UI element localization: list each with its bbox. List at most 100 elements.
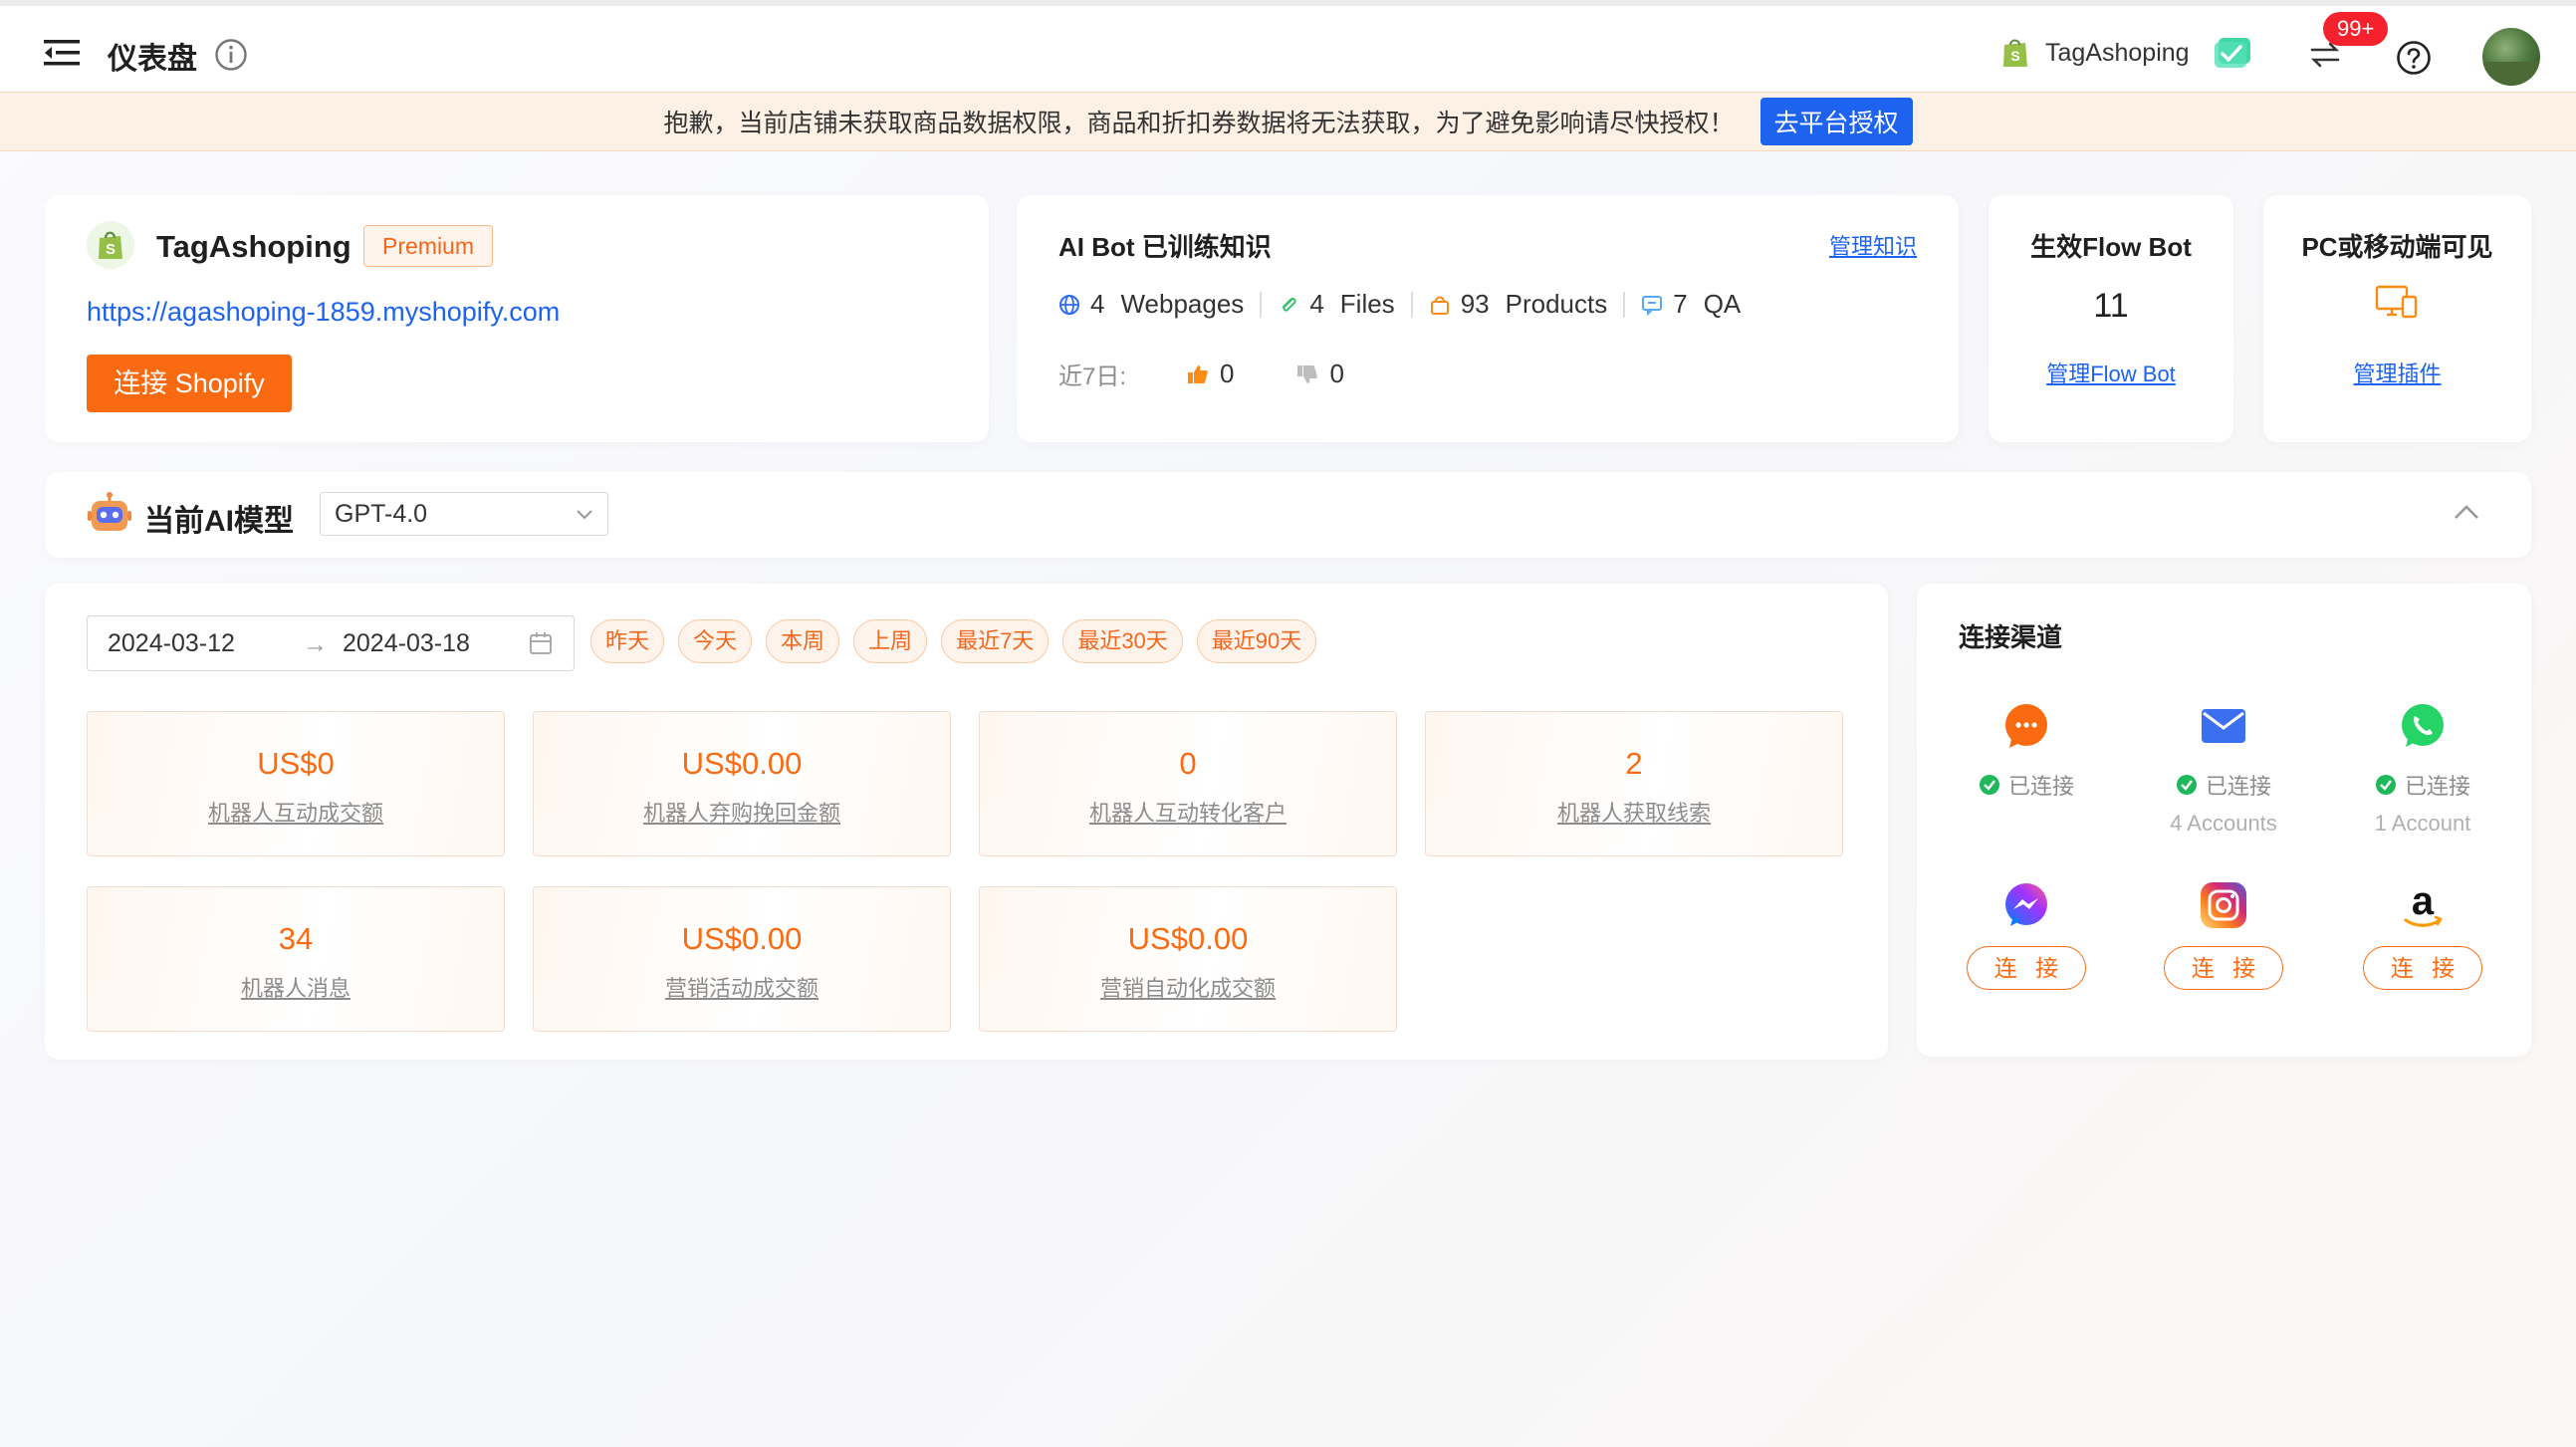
- manage-flow-bot-link[interactable]: 管理Flow Bot: [1989, 357, 2233, 388]
- stat-box-converted-customers[interactable]: 0 机器人互动转化客户: [979, 711, 1397, 856]
- calendar-icon: [530, 632, 552, 654]
- week-label: 近7日:: [1058, 363, 1127, 390]
- connect-amazon-button[interactable]: 连 接: [2363, 946, 2482, 990]
- thumbs-up-stat: 0: [1186, 359, 1234, 389]
- stat-label[interactable]: 机器人获取线索: [1426, 796, 1842, 828]
- store-name: TagAshoping: [2045, 38, 2190, 67]
- range-yesterday[interactable]: 昨天: [590, 619, 665, 663]
- files-count: 4: [1309, 289, 1324, 319]
- connect-instagram-button[interactable]: 连 接: [2164, 946, 2283, 990]
- flow-bot-title: 生效Flow Bot: [2030, 232, 2192, 262]
- connected-status: 已连接: [2323, 769, 2522, 801]
- stat-value: US$0.00: [1127, 921, 1249, 956]
- connect-messenger-button[interactable]: 连 接: [1967, 946, 2086, 990]
- ai-model-select[interactable]: GPT-4.0: [320, 492, 608, 536]
- date-range-picker[interactable]: 2024-03-12 → 2024-03-18: [87, 615, 575, 671]
- channel-livechat[interactable]: 已连接: [1927, 701, 2126, 801]
- store-title: TagAshoping: [156, 229, 351, 264]
- stat-box-cart-recovery[interactable]: US$0.00 机器人弃购挽回金额: [533, 711, 951, 856]
- check-circle-icon: [1979, 775, 1999, 795]
- channel-messenger: 连 接: [1927, 880, 2126, 990]
- divider: [1623, 291, 1626, 318]
- shopify-logo-icon: S: [87, 221, 134, 269]
- date-start[interactable]: 2024-03-12: [108, 629, 235, 658]
- permission-warning-banner: 抱歉，当前店铺未获取商品数据权限，商品和折扣券数据将无法获取，为了避免影响请尽快…: [0, 92, 2576, 151]
- range-this-week[interactable]: 本周: [766, 619, 840, 663]
- files-label: Files: [1339, 289, 1395, 319]
- metrics-panel: 2024-03-12 → 2024-03-18 昨天 今天 本周 上周 最近7天…: [45, 584, 1888, 1060]
- check-circle-icon: [2375, 775, 2396, 795]
- date-arrow-icon: →: [303, 630, 328, 658]
- stat-value: 2: [1625, 746, 1643, 781]
- range-last-7-days[interactable]: 最近7天: [941, 619, 1050, 663]
- stat-box-leads[interactable]: 2 机器人获取线索: [1425, 711, 1843, 856]
- stat-qa: 7 QA: [1641, 289, 1741, 320]
- chevron-up-icon[interactable]: [2454, 502, 2479, 524]
- connect-shopify-button[interactable]: 连接 Shopify: [87, 355, 292, 412]
- channel-email[interactable]: 已连接 4 Accounts: [2124, 701, 2323, 837]
- channel-amazon: a 连 接: [2323, 880, 2522, 990]
- stat-value: 34: [278, 921, 314, 956]
- amazon-icon: a: [2404, 880, 2443, 927]
- range-last-90-days[interactable]: 最近90天: [1196, 619, 1317, 663]
- status-label: 已连接: [2404, 774, 2470, 799]
- channels-panel: 连接渠道 已连接 已连接 4 Accounts 已连接 1 Account 连 …: [1917, 584, 2531, 1057]
- attachment-icon: [1283, 297, 1296, 312]
- stat-value: 0: [1179, 746, 1197, 781]
- stat-label[interactable]: 营销活动成交额: [534, 971, 950, 1003]
- stat-label[interactable]: 机器人弃购挽回金额: [534, 796, 950, 828]
- shopping-bag-icon: [1430, 296, 1449, 315]
- divider: [1260, 291, 1263, 318]
- check-circle-icon: [2176, 775, 2197, 795]
- info-icon[interactable]: [214, 38, 248, 72]
- store-switcher[interactable]: S TagAshoping: [1999, 36, 2190, 70]
- store-url-link[interactable]: https://agashoping-1859.myshopify.com: [87, 297, 560, 328]
- range-today[interactable]: 今天: [678, 619, 753, 663]
- products-count: 93: [1460, 289, 1490, 319]
- svg-text:S: S: [2010, 48, 2019, 64]
- products-label: Products: [1505, 289, 1608, 319]
- knowledge-title: AI Bot 已训练知识: [1058, 232, 1272, 262]
- range-last-week[interactable]: 上周: [853, 619, 928, 663]
- help-icon[interactable]: [2396, 40, 2432, 76]
- menu-collapse-icon[interactable]: [42, 36, 82, 70]
- stat-value: US$0.00: [681, 921, 803, 956]
- status-label: 已连接: [2205, 774, 2271, 799]
- stat-box-automation-sales[interactable]: US$0.00 营销自动化成交额: [979, 886, 1397, 1032]
- visibility-title: PC或移动端可见: [2301, 232, 2493, 262]
- visibility-card: PC或移动端可见 管理插件: [2263, 195, 2531, 442]
- connected-status: 已连接: [1927, 769, 2126, 801]
- shopify-icon: S: [2003, 39, 2027, 67]
- ai-model-label: 当前AI模型: [144, 505, 294, 538]
- stat-webpages: 4 Webpages: [1058, 289, 1244, 320]
- stat-label[interactable]: 营销自动化成交额: [980, 971, 1396, 1003]
- stat-label[interactable]: 机器人消息: [88, 971, 504, 1003]
- channel-instagram: 连 接: [2124, 880, 2323, 990]
- ai-model-bar: 当前AI模型 GPT-4.0: [45, 472, 2531, 558]
- stat-box-bot-messages[interactable]: 34 机器人消息: [87, 886, 505, 1032]
- range-last-30-days[interactable]: 最近30天: [1062, 619, 1183, 663]
- stat-box-bot-sales[interactable]: US$0 机器人互动成交额: [87, 711, 505, 856]
- manage-knowledge-link[interactable]: 管理知识: [1829, 229, 1917, 261]
- avatar[interactable]: [2482, 28, 2540, 86]
- globe-icon: [1059, 294, 1079, 315]
- stat-files: 4 Files: [1278, 289, 1395, 320]
- date-end[interactable]: 2024-03-18: [343, 629, 470, 658]
- stat-label[interactable]: 机器人互动转化客户: [980, 796, 1396, 828]
- qa-label: QA: [1703, 289, 1742, 319]
- banner-text: 抱歉，当前店铺未获取商品数据权限，商品和折扣券数据将无法获取，为了避免影响请尽快…: [663, 110, 1735, 137]
- top-bar: 仪表盘 S TagAshoping 99+: [0, 0, 2576, 92]
- chat-icon[interactable]: [2213, 34, 2256, 74]
- channel-whatsapp[interactable]: 已连接 1 Account: [2323, 701, 2522, 837]
- svg-text:S: S: [106, 241, 116, 258]
- page-title: 仪表盘: [108, 43, 197, 76]
- stat-label[interactable]: 机器人互动成交额: [88, 796, 504, 828]
- channels-title: 连接渠道: [1959, 622, 2063, 652]
- instagram-icon: [2201, 882, 2246, 928]
- stat-box-campaign-sales[interactable]: US$0.00 营销活动成交额: [533, 886, 951, 1032]
- stat-products: 93 Products: [1429, 289, 1608, 320]
- connected-status: 已连接: [2124, 769, 2323, 801]
- manage-plugin-link[interactable]: 管理插件: [2263, 357, 2531, 388]
- notification-badge[interactable]: 99+: [2323, 12, 2389, 46]
- authorize-button[interactable]: 去平台授权: [1759, 98, 1913, 145]
